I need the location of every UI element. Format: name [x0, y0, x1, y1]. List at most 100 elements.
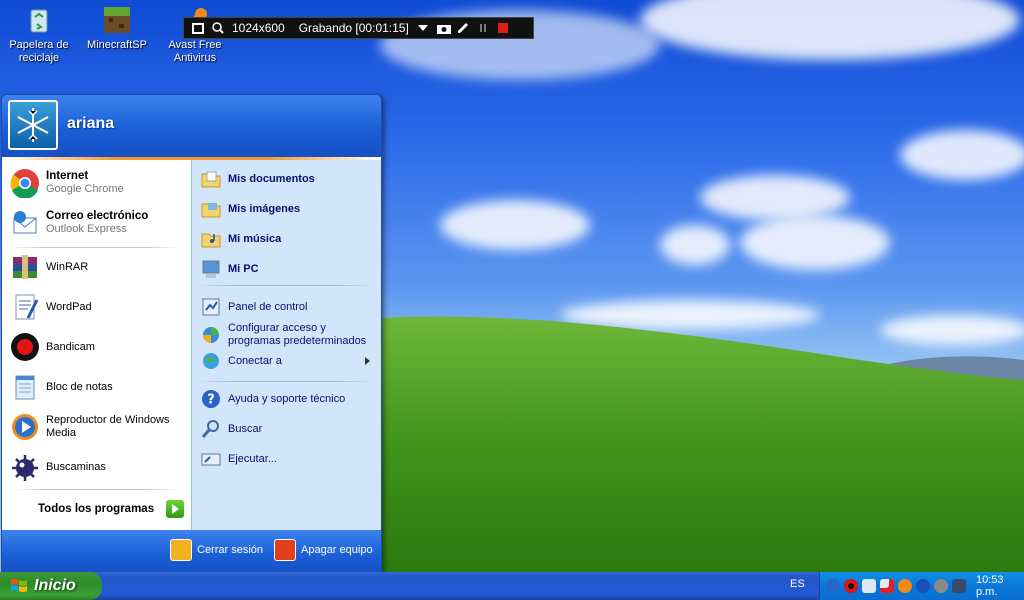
user-name: ariana: [67, 115, 115, 132]
recorder-status: Grabando [00:01:15]: [298, 21, 409, 35]
desktop-icon-minecraft[interactable]: MinecraftSP: [79, 4, 155, 52]
clock[interactable]: 10:53 p.m.: [976, 574, 1024, 598]
recorder-resolution: 1024x600: [232, 21, 285, 35]
windows-flag-icon: [10, 577, 28, 595]
start-menu-places: Mis documentos Mis imágenes Mi música Mi…: [191, 160, 381, 530]
place-label: Mis documentos: [228, 173, 315, 185]
place-my-pictures[interactable]: Mis imágenes: [200, 198, 300, 220]
start-label: Inicio: [34, 577, 76, 594]
place-label: Ejecutar...: [228, 453, 277, 465]
control-panel-icon: [200, 296, 222, 318]
pinned-internet[interactable]: Internet Google Chrome: [10, 168, 124, 199]
bandicam-icon: [10, 332, 40, 362]
pinned-subtitle: Outlook Express: [46, 223, 127, 235]
pinned-title: Correo electrónico: [46, 210, 149, 222]
language-indicator[interactable]: ES: [790, 578, 805, 590]
folder-music-icon: [200, 228, 222, 250]
arrow-right-icon: [166, 500, 185, 518]
place-my-documents[interactable]: Mis documentos: [200, 168, 315, 190]
start-menu-programs: Internet Google Chrome Correo electrónico…: [2, 160, 191, 530]
desktop-icon-label: Papelera de reciclaje: [9, 39, 69, 64]
place-control-panel[interactable]: Panel de control: [200, 296, 308, 318]
recent-winrar[interactable]: WinRAR: [10, 252, 88, 282]
folder-documents-icon: [200, 168, 222, 190]
recent-label: Bandicam: [46, 340, 95, 353]
wordpad-icon: [10, 292, 40, 322]
place-my-music[interactable]: Mi música: [200, 228, 281, 250]
search-icon: [200, 418, 222, 440]
screen-recorder-toolbar: 1024x600 Grabando [00:01:15]: [183, 17, 534, 39]
recent-label: Reproductor de Windows Media: [46, 414, 170, 439]
recent-media-player[interactable]: Reproductor de Windows Media: [10, 412, 176, 442]
help-icon: ?: [200, 388, 222, 410]
camera-icon[interactable]: [436, 22, 451, 34]
pause-icon[interactable]: [477, 22, 489, 34]
sync-icon[interactable]: [934, 579, 948, 593]
svg-text:?: ?: [207, 393, 215, 408]
recent-notepad[interactable]: Bloc de notas: [10, 372, 113, 402]
place-label: Mi música: [228, 233, 282, 245]
start-button[interactable]: Inicio: [0, 572, 102, 600]
place-run[interactable]: Ejecutar...: [200, 448, 277, 470]
zoom-icon[interactable]: [212, 22, 224, 34]
computer-icon: [200, 258, 222, 280]
separator: [198, 381, 374, 382]
system-tray: 10:53 p.m.: [819, 572, 1024, 600]
network-disconnected-icon[interactable]: [880, 579, 894, 593]
logoff-button[interactable]: Cerrar sesión: [170, 539, 263, 561]
stop-icon[interactable]: [497, 22, 509, 34]
outlook-express-icon: [10, 208, 40, 238]
media-player-icon: [10, 412, 40, 442]
winrar-icon: [10, 252, 40, 282]
desktop-icon-recycle-bin[interactable]: Papelera de reciclaje: [1, 4, 77, 65]
recent-label: Buscaminas: [46, 460, 106, 473]
logoff-label: Cerrar sesión: [197, 544, 264, 556]
minesweeper-icon: [10, 452, 40, 482]
recycle-bin-icon: [23, 4, 55, 36]
recent-label: Bloc de notas: [46, 380, 113, 393]
shutdown-button[interactable]: Apagar equipo: [274, 539, 373, 561]
user-avatar[interactable]: [8, 100, 58, 150]
place-label: Ayuda y soporte técnico: [228, 393, 346, 405]
shutdown-label: Apagar equipo: [301, 544, 373, 556]
place-search[interactable]: Buscar: [200, 418, 262, 440]
recent-label: WordPad: [46, 300, 92, 313]
separator: [10, 489, 180, 490]
recent-minesweeper[interactable]: Buscaminas: [10, 452, 106, 482]
start-menu-header: ariana: [2, 95, 381, 157]
recent-wordpad[interactable]: WordPad: [10, 292, 92, 322]
place-help-support[interactable]: ? Ayuda y soporte técnico: [200, 388, 345, 410]
minecraft-icon: [101, 4, 133, 36]
separator: [10, 247, 180, 248]
pinned-title: Internet: [46, 170, 89, 182]
bluetooth-icon[interactable]: [916, 579, 930, 593]
display-icon[interactable]: [952, 579, 966, 593]
place-my-computer[interactable]: Mi PC: [200, 258, 259, 280]
program-defaults-icon: [200, 324, 222, 346]
chevron-down-icon[interactable]: [417, 22, 429, 34]
place-label: Panel de control: [228, 301, 308, 313]
place-label: Mi PC: [228, 263, 259, 275]
submenu-arrow-icon: [365, 357, 370, 365]
run-icon: [200, 448, 222, 470]
all-programs-button[interactable]: Todos los programas: [38, 500, 185, 518]
network-icon[interactable]: [862, 579, 876, 593]
start-menu: ariana Internet Google Chrome Correo elec…: [1, 94, 382, 573]
network-globe-icon: [200, 350, 222, 372]
tray-expand-icon[interactable]: [826, 579, 840, 593]
recent-label: WinRAR: [46, 260, 89, 273]
pinned-subtitle: Google Chrome: [46, 183, 124, 195]
window-icon[interactable]: [192, 22, 204, 34]
recent-bandicam[interactable]: Bandicam: [10, 332, 95, 362]
desktop-icon-label: MinecraftSP: [87, 39, 147, 51]
place-connect-to[interactable]: Conectar a: [200, 350, 370, 372]
avast-tray-icon[interactable]: [898, 579, 912, 593]
bandicam-tray-icon[interactable]: [844, 579, 858, 593]
place-label: Buscar: [228, 423, 263, 435]
place-set-defaults[interactable]: Configurar acceso y programas predetermi…: [200, 322, 368, 348]
pinned-email[interactable]: Correo electrónico Outlook Express: [10, 208, 148, 238]
folder-pictures-icon: [200, 198, 222, 220]
notepad-icon: [10, 372, 40, 402]
power-icon: [274, 539, 296, 561]
pencil-icon[interactable]: [457, 22, 469, 34]
